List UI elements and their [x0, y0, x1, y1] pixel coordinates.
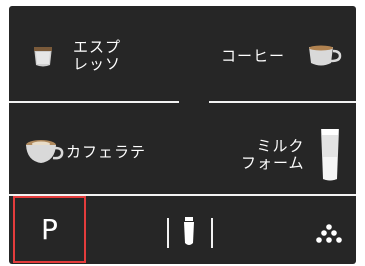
divider-left: [9, 101, 179, 103]
coffee-machine-display: エスプ レッソ コーヒー カフェラテ ミルク フォーム P: [9, 6, 356, 264]
milk-foam-label: ミルク フォーム: [241, 138, 305, 172]
grounds-icon[interactable]: [315, 224, 343, 246]
program-button[interactable]: P: [13, 196, 86, 263]
espresso-label-line2: レッソ: [73, 55, 122, 73]
program-label: P: [41, 213, 58, 246]
divider-right: [209, 101, 356, 103]
caffe-latte-button[interactable]: カフェラテ: [24, 132, 189, 172]
milk-foam-label-line2: フォーム: [241, 154, 305, 172]
milk-foam-label-line1: ミルク: [256, 137, 305, 155]
milk-foam-button[interactable]: ミルク フォーム: [241, 124, 356, 186]
milk-glass-icon: [320, 129, 339, 181]
caffe-latte-label: カフェラテ: [66, 142, 147, 161]
espresso-label-line1: エスプ: [73, 38, 122, 56]
coffee-button[interactable]: コーヒー: [221, 38, 356, 74]
cartridge-icon[interactable]: [183, 217, 195, 247]
espresso-cup-icon: [34, 47, 52, 67]
separator-right: [211, 218, 213, 248]
latte-cup-icon: [26, 140, 64, 163]
coffee-cup-icon: [309, 45, 342, 66]
espresso-button[interactable]: エスプ レッソ: [31, 34, 181, 78]
separator-left: [167, 218, 169, 248]
coffee-label: コーヒー: [221, 46, 286, 65]
espresso-label: エスプ レッソ: [73, 39, 121, 73]
